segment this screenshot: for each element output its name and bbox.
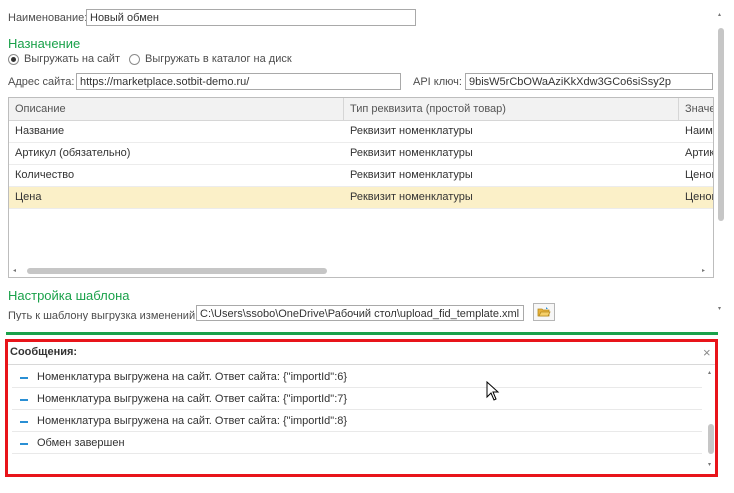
- cell-type: Реквизит номенклатуры: [350, 169, 473, 181]
- api-key-label: API ключ:: [413, 76, 462, 88]
- cell-type: Реквизит номенклатуры: [350, 125, 473, 137]
- table-header: Описание Тип реквизита (простой товар) З…: [9, 98, 713, 121]
- scroll-up-arrow[interactable]: ▴: [718, 12, 721, 18]
- radio-upload-disk[interactable]: [129, 54, 140, 65]
- table-row[interactable]: Артикул (обязательно) Реквизит номенклат…: [9, 143, 713, 165]
- mouse-cursor-icon: [486, 381, 500, 401]
- cell-value: Артику: [685, 147, 714, 159]
- scroll-left-arrow[interactable]: ◂: [13, 268, 16, 274]
- choose-file-button[interactable]: [533, 303, 555, 321]
- messages-scroll-thumb[interactable]: [708, 424, 714, 454]
- message-text: Номенклатура выгружена на сайт. Ответ са…: [37, 415, 348, 427]
- table-row[interactable]: Количество Реквизит номенклатуры Ценов: [9, 165, 713, 187]
- list-item[interactable]: Номенклатура выгружена на сайт. Ответ са…: [12, 411, 702, 432]
- radio-upload-disk-label[interactable]: Выгружать в каталог на диск: [145, 53, 292, 65]
- cell-description: Артикул (обязательно): [15, 147, 131, 159]
- name-input[interactable]: Новый обмен: [86, 9, 416, 26]
- form-vertical-scrollbar[interactable]: ▴ ▾: [717, 12, 725, 314]
- scroll-down-arrow[interactable]: ▾: [708, 462, 711, 468]
- message-dash-icon: [20, 421, 28, 423]
- messages-title: Сообщения:: [10, 346, 78, 358]
- scroll-up-arrow[interactable]: ▴: [708, 370, 711, 376]
- message-text: Номенклатура выгружена на сайт. Ответ са…: [37, 371, 348, 383]
- radio-upload-site-label[interactable]: Выгружать на сайт: [24, 53, 120, 65]
- message-dash-icon: [20, 377, 28, 379]
- column-header-type[interactable]: Тип реквизита (простой товар): [344, 98, 679, 120]
- messages-header-divider: [8, 364, 715, 365]
- api-key-input[interactable]: 9bisW5rCbOWaAziKkXdw3GCo6siSsy2p: [465, 73, 713, 90]
- site-address-label: Адрес сайта:: [8, 76, 75, 88]
- list-item[interactable]: Номенклатура выгружена на сайт. Ответ са…: [12, 367, 702, 388]
- form-vertical-scroll-thumb[interactable]: [718, 28, 724, 221]
- cell-type: Реквизит номенклатуры: [350, 191, 473, 203]
- scroll-down-arrow[interactable]: ▾: [718, 306, 721, 312]
- panel-separator: [6, 332, 718, 335]
- message-dash-icon: [20, 443, 28, 445]
- cell-value: Ценов: [685, 169, 713, 181]
- template-settings-title: Настройка шаблона: [8, 288, 130, 303]
- site-address-input[interactable]: https://marketplace.sotbit-demo.ru/: [76, 73, 401, 90]
- message-dash-icon: [20, 399, 28, 401]
- message-text: Обмен завершен: [37, 437, 125, 449]
- close-icon[interactable]: ×: [703, 345, 711, 360]
- cell-value: Наиме: [685, 125, 713, 137]
- list-item[interactable]: Номенклатура выгружена на сайт. Ответ са…: [12, 389, 702, 410]
- cell-description: Количество: [15, 169, 75, 181]
- column-header-value[interactable]: Значе: [679, 98, 713, 120]
- messages-panel: Сообщения: × Номенклатура выгружена на с…: [5, 339, 718, 477]
- cell-description: Название: [15, 125, 65, 137]
- table-horizontal-scroll-thumb[interactable]: [27, 268, 327, 274]
- cell-type: Реквизит номенклатуры: [350, 147, 473, 159]
- radio-upload-site[interactable]: [8, 54, 19, 65]
- template-path-input[interactable]: C:\Users\ssobo\OneDrive\Рабочий стол\upl…: [196, 305, 524, 321]
- folder-open-icon: [537, 307, 551, 317]
- destination-title: Назначение: [8, 36, 81, 51]
- list-item[interactable]: Обмен завершен: [12, 433, 702, 454]
- table-row-selected[interactable]: Цена Реквизит номенклатуры Ценов: [9, 187, 713, 209]
- table-horizontal-scrollbar[interactable]: ◂ ▸: [13, 267, 708, 275]
- column-header-description[interactable]: Описание: [9, 98, 344, 120]
- message-text: Номенклатура выгружена на сайт. Ответ са…: [37, 393, 348, 405]
- scroll-right-arrow[interactable]: ▸: [702, 268, 705, 274]
- template-path-label: Путь к шаблону выгрузка изменений:: [8, 310, 199, 321]
- name-label: Наименование:: [8, 12, 88, 24]
- messages-vertical-scrollbar[interactable]: ▴ ▾: [707, 370, 715, 470]
- cell-description: Цена: [15, 191, 42, 203]
- cell-value: Ценов: [685, 191, 713, 203]
- table-row[interactable]: Название Реквизит номенклатуры Наиме: [9, 121, 713, 143]
- attributes-table[interactable]: Описание Тип реквизита (простой товар) З…: [8, 97, 714, 278]
